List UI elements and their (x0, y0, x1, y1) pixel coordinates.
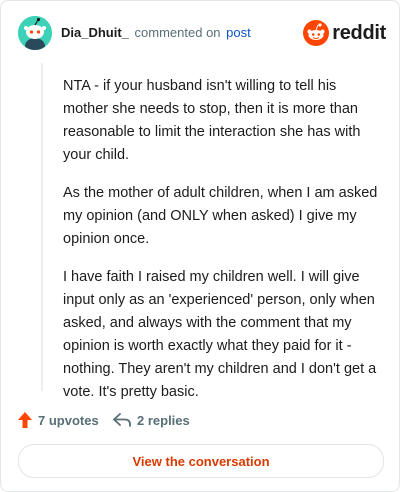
comment-paragraph: As the mother of adult children, when I … (63, 185, 378, 247)
upvotes-count: 7 upvotes (38, 412, 99, 428)
embedded-comment-card: Dia_Dhuit_ commented on post reddit NTA … (0, 0, 400, 492)
user-avatar[interactable] (18, 16, 52, 50)
comment-paragraph: I have faith I raised my children well. … (63, 269, 377, 400)
comment-body: NTA - if your husband isn't willing to t… (63, 75, 383, 419)
post-link[interactable]: post (226, 25, 251, 40)
replies-count: 2 replies (137, 412, 190, 428)
reddit-logo-icon (303, 20, 330, 46)
byline-verb: commented on (134, 25, 221, 40)
reply-arrow-icon (113, 413, 131, 427)
comment-paragraph: NTA - if your husband isn't willing to t… (63, 78, 361, 163)
view-conversation-button[interactable]: View the conversation (18, 444, 384, 478)
comment-thread-line: NTA - if your husband isn't willing to t… (41, 63, 377, 400)
upvotes-stat[interactable]: 7 upvotes (18, 408, 99, 432)
comment-header: Dia_Dhuit_ commented on post reddit (18, 16, 386, 52)
replies-stat[interactable]: 2 replies (113, 408, 190, 432)
reddit-wordmark: reddit (332, 21, 386, 44)
reddit-logo[interactable]: reddit (303, 18, 386, 48)
upvote-arrow-icon (18, 412, 32, 428)
comment-byline: Dia_Dhuit_ commented on post (61, 25, 251, 40)
comment-footer: 7 upvotes 2 replies (18, 408, 388, 432)
username-link[interactable]: Dia_Dhuit_ (61, 25, 129, 40)
snoo-avatar-icon (18, 16, 52, 50)
